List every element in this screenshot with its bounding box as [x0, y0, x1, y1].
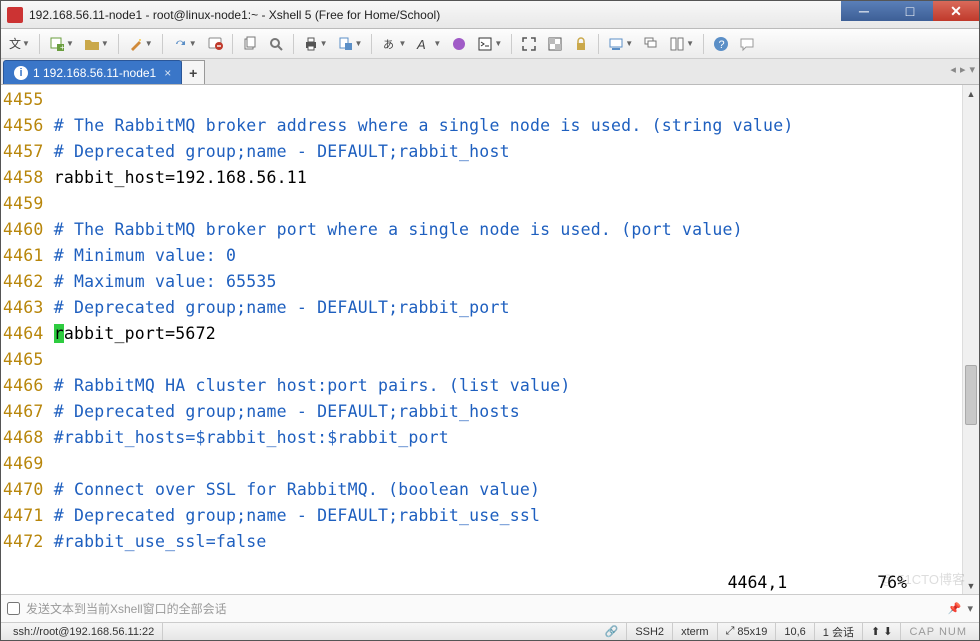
minimize-button[interactable]: ─	[841, 1, 887, 21]
scroll-thumb[interactable]	[965, 365, 977, 425]
cascade-button[interactable]	[639, 34, 663, 54]
svg-text:?: ?	[719, 39, 725, 51]
menu-button[interactable]: 文▼	[5, 33, 34, 54]
tab-nav: ◂ ▸ ▾	[950, 63, 975, 76]
send-all-hint: 发送文本到当前Xshell窗口的全部会话	[26, 600, 948, 617]
vim-status: 4464,1 76%	[728, 573, 907, 592]
window-controls: ─ □ ✕	[841, 1, 979, 28]
tab-next-button[interactable]: ▸	[960, 63, 966, 76]
menu-label: 文	[9, 35, 21, 52]
tab-session-1[interactable]: i 1 192.168.56.11-node1 ×	[3, 60, 182, 84]
titlebar: 192.168.56.11-node1 - root@linux-node1:~…	[1, 1, 979, 29]
send-all-checkbox[interactable]	[7, 602, 20, 615]
properties-button[interactable]: ▼	[334, 34, 367, 54]
tab-prev-button[interactable]: ◂	[950, 63, 956, 76]
send-to-all-bar: 发送文本到当前Xshell窗口的全部会话 📌 ▾	[1, 594, 979, 622]
status-traffic: ⬆ ⬇	[863, 623, 902, 640]
wand-button[interactable]: ▼	[124, 34, 157, 54]
help-button[interactable]: ?	[709, 34, 733, 54]
info-icon: i	[14, 66, 28, 80]
sendbar-menu-button[interactable]: ▾	[967, 602, 973, 615]
svg-text:A: A	[416, 37, 426, 52]
new-tab-button[interactable]: +	[181, 60, 205, 84]
tab-close-button[interactable]: ×	[164, 66, 171, 80]
tab-label: 1 192.168.56.11-node1	[33, 66, 156, 80]
status-session-count: 1 会话	[815, 623, 863, 640]
feedback-button[interactable]	[735, 34, 759, 54]
vim-position: 4464,1	[728, 573, 788, 592]
color-scheme-button[interactable]	[447, 34, 471, 54]
reconnect-button[interactable]: ▼	[168, 34, 201, 54]
close-button[interactable]: ✕	[933, 1, 979, 21]
tabbar: i 1 192.168.56.11-node1 × + ◂ ▸ ▾	[1, 59, 979, 85]
status-tunnel-icon: 🔗	[597, 623, 628, 640]
maximize-button[interactable]: □	[887, 1, 933, 21]
fullscreen-button[interactable]	[517, 34, 541, 54]
window-title: 192.168.56.11-node1 - root@linux-node1:~…	[29, 8, 841, 22]
scroll-up-button[interactable]: ▲	[963, 85, 979, 102]
tile-button[interactable]: ▼	[665, 34, 698, 54]
status-protocol: SSH2	[627, 623, 673, 640]
font-button[interactable]: A▼	[412, 34, 445, 54]
svg-text:あ: あ	[383, 38, 394, 51]
encoding-button[interactable]: あ▼	[377, 34, 410, 54]
tab-menu-button[interactable]: ▾	[969, 63, 975, 76]
print-button[interactable]: ▼	[299, 34, 332, 54]
open-button[interactable]: ▼	[80, 34, 113, 54]
vertical-scrollbar[interactable]: ▲ ▼	[962, 85, 979, 594]
copy-button[interactable]	[238, 34, 262, 54]
transparent-button[interactable]	[543, 34, 567, 54]
scroll-down-button[interactable]: ▼	[963, 577, 979, 594]
status-connection: ssh://root@192.168.56.11:22	[5, 623, 163, 640]
app-icon	[7, 7, 23, 23]
disconnect-button[interactable]	[203, 34, 227, 54]
lock-button[interactable]	[569, 34, 593, 54]
sendbar-pin-icon[interactable]: 📌	[948, 602, 962, 615]
vim-percent: 76%	[877, 573, 907, 592]
terminal[interactable]: 4455 4456 # The RabbitMQ broker address …	[1, 85, 962, 594]
svg-text:+: +	[60, 43, 65, 52]
status-screensize: ⤢85x19	[718, 623, 777, 640]
statusbar: ssh://root@192.168.56.11:22 🔗 SSH2 xterm…	[1, 622, 979, 640]
status-termtype: xterm	[673, 623, 718, 640]
status-cursor: 10,6	[776, 623, 814, 640]
new-session-button[interactable]: +▼	[45, 34, 78, 54]
status-capsnum: CAP NUM	[901, 623, 975, 640]
toolbar: 文▼ +▼ ▼ ▼ ▼ ▼ ▼ あ▼ A▼ ▼ ▼ ▼ ?	[1, 29, 979, 59]
script-button[interactable]: ▼	[473, 34, 506, 54]
find-button[interactable]	[264, 34, 288, 54]
terminal-area: 4455 4456 # The RabbitMQ broker address …	[1, 85, 979, 594]
hostkey-button[interactable]: ▼	[604, 34, 637, 54]
